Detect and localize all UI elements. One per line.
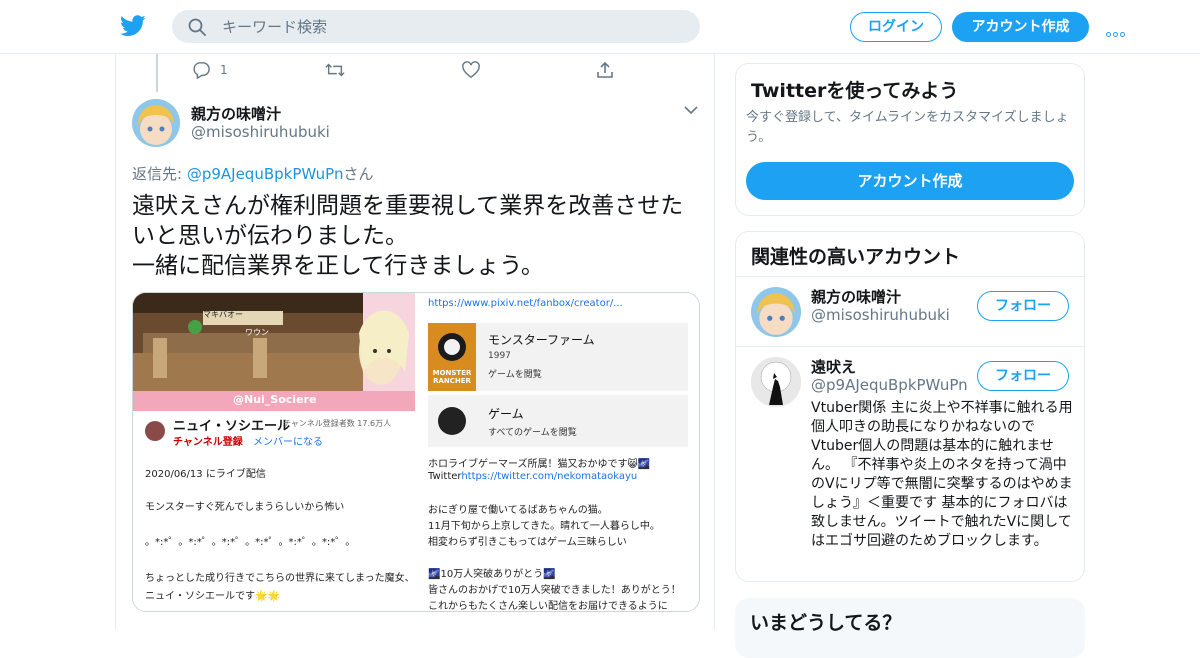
about-line: 相変わらず引きこもってはゲーム三昧らしい [428,537,627,548]
account-handle: @misoshiruhubuki [811,306,950,324]
account-avatar[interactable] [751,287,801,337]
reply-to-handle-link[interactable]: @p9AJequBpkPWuPn [187,165,344,183]
follow-button[interactable]: フォロー [977,361,1069,391]
youtube-channel-screenshot: マキバオー ワウン @Nui_Sociere ニュイ・ソシエール チャンネル登録… [133,293,415,611]
heart-icon [462,61,480,79]
like-action[interactable] [462,60,480,80]
search-input[interactable] [222,10,682,43]
fanbox-url: https://www.pixiv.net/fanbox/creator/... [428,298,623,309]
game-cover-image: MONSTER RANCHER [428,323,476,391]
signup-prompt-subtitle: 今すぐ登録して、タイムラインをカスタマイズしましょう。 [746,110,1069,145]
channel-banner: @Nui_Sociere [133,391,415,411]
related-accounts-box: 関連性の高いアカウント 親方の味噌汁 @misoshiruhubuki フォロー [735,231,1085,582]
author-avatar[interactable] [132,99,180,147]
signup-prompt-title: Twitterを使ってみよう [751,80,959,102]
game-category: ゲーム [488,407,524,421]
author-name[interactable]: 親方の味噌汁 [191,103,281,124]
tweet-body-text: 遠吠えさんが権利問題を重要視して業界を改善させたいと思いが伝わりました。 一緒に… [132,193,684,279]
subscriber-count: チャンネル登録者数 17.6万人 [283,419,392,428]
about-line: Twitterhttps://twitter.com/nekomataokayu [428,471,638,482]
stream-date: 2020/06/13 にライブ配信 [145,469,266,480]
description-line: ニュイ・ソシエールです🌟🌟 [145,591,280,602]
tweet-column: 1 親方の味噌汁 @misoshiruhubuki 返信先: @p9AJequB… [115,54,715,630]
game-sub-tag: ワウン [245,328,269,337]
share-icon [597,61,613,78]
account-handle: @p9AJequBpkPWuPn [811,376,968,394]
about-line: 皆さんのおかげで10万人突破できました！ありがとう！ [428,585,681,596]
member-button: メンバーになる [253,437,323,448]
login-button[interactable]: ログイン [850,12,942,42]
chevron-down-icon[interactable] [684,105,698,115]
previous-tweet-actions: 1 [192,60,672,80]
account-bio: Vtuber関係 主に炎上や不祥事に触れる用 個人叩きの助長になりかねないのでV… [811,400,1073,549]
top-navigation-bar: ログイン アカウント作成 [0,0,1200,54]
retweet-action[interactable] [325,60,345,80]
account-avatar[interactable] [751,357,801,407]
reply-action[interactable]: 1 [192,60,228,80]
about-line: ホロライブゲーマーズ所属！猫又おかゆです😸🌌 [428,459,651,470]
description-line: ちょっとした成り行きでこちらの世界に来てしまった魔女、 [145,573,415,584]
retweet-icon [325,63,345,77]
signup-prompt-box: Twitterを使ってみよう 今すぐ登録して、タイムラインをカスタマイズしましょ… [735,63,1085,216]
thread-connector-line [156,54,158,92]
game-year: 1997 [488,351,511,361]
game-browse-link: ゲームを閲覧 [488,370,542,380]
search-box[interactable] [172,10,700,43]
follow-button[interactable]: フォロー [977,291,1069,321]
share-action[interactable] [596,60,614,80]
search-icon [188,18,206,36]
channel-avatar [145,421,165,441]
about-line: おにぎり屋で働いてるばあちゃんの猫。 [428,505,608,516]
reply-icon [193,62,210,79]
account-name[interactable]: 親方の味噌汁 [811,286,901,307]
related-accounts-title: 関連性の高いアカウント [751,246,961,268]
about-line: これからもたくさん楽しい配信をお届けできるように [428,601,668,612]
account-item[interactable]: 遠吠え @p9AJequBpkPWuPn フォロー Vtuber関係 主に炎上や… [736,346,1084,581]
description-line: 。*:*゜。*:*゜。*:*゜。*:*゜。*:*゜。*:*゜。 [145,537,356,548]
game-category-card: ゲーム すべてのゲームを閲覧 [428,395,688,447]
gamepad-icon [438,407,466,435]
reply-count: 1 [220,63,228,77]
whats-happening-title: いまどうしてる？ [750,612,902,634]
game-title: モンスターファーム [488,333,595,347]
tweet-media-image[interactable]: マキバオー ワウン @Nui_Sociere ニュイ・ソシエール チャンネル登録… [132,292,700,612]
twitter-tag: @Nui_Sociere [233,393,317,406]
channel-name: ニュイ・ソシエール [173,419,291,434]
game-card: MONSTER RANCHER モンスターファーム 1997 ゲームを閲覧 [428,323,688,391]
description-line: モンスターすぐ死んでしまうらしいから怖い [145,502,345,513]
subscribe-button: チャンネル登録 [173,437,243,448]
game-category-link: すべてのゲームを閲覧 [488,428,577,438]
account-name[interactable]: 遠吠え [811,356,856,377]
whats-happening-box: いまどうしてる？ [735,598,1085,658]
reply-to-line: 返信先: @p9AJequBpkPWuPnさん [132,165,374,183]
more-options-icon[interactable] [1106,22,1130,37]
account-item[interactable]: 親方の味噌汁 @misoshiruhubuki フォロー [736,276,1084,346]
game-name-tag: マキバオー [203,310,243,319]
about-line: 🌌10万人突破ありがとう🌌 [428,569,556,580]
signup-button[interactable]: アカウント作成 [952,12,1089,42]
youtube-about-screenshot: https://www.pixiv.net/fanbox/creator/...… [416,293,699,612]
author-handle[interactable]: @misoshiruhubuki [191,123,330,141]
sidebar-signup-button[interactable]: アカウント作成 [746,162,1074,200]
twitter-bird-logo-icon[interactable] [120,14,146,38]
channel-row: ニュイ・ソシエール チャンネル登録者数 17.6万人 チャンネル登録 メンバーに… [133,413,415,453]
about-line: 11月下旬から上京してきた。晴れて一人暮らし中。 [428,521,660,532]
game-cover-text: MONSTER RANCHER [432,369,472,385]
